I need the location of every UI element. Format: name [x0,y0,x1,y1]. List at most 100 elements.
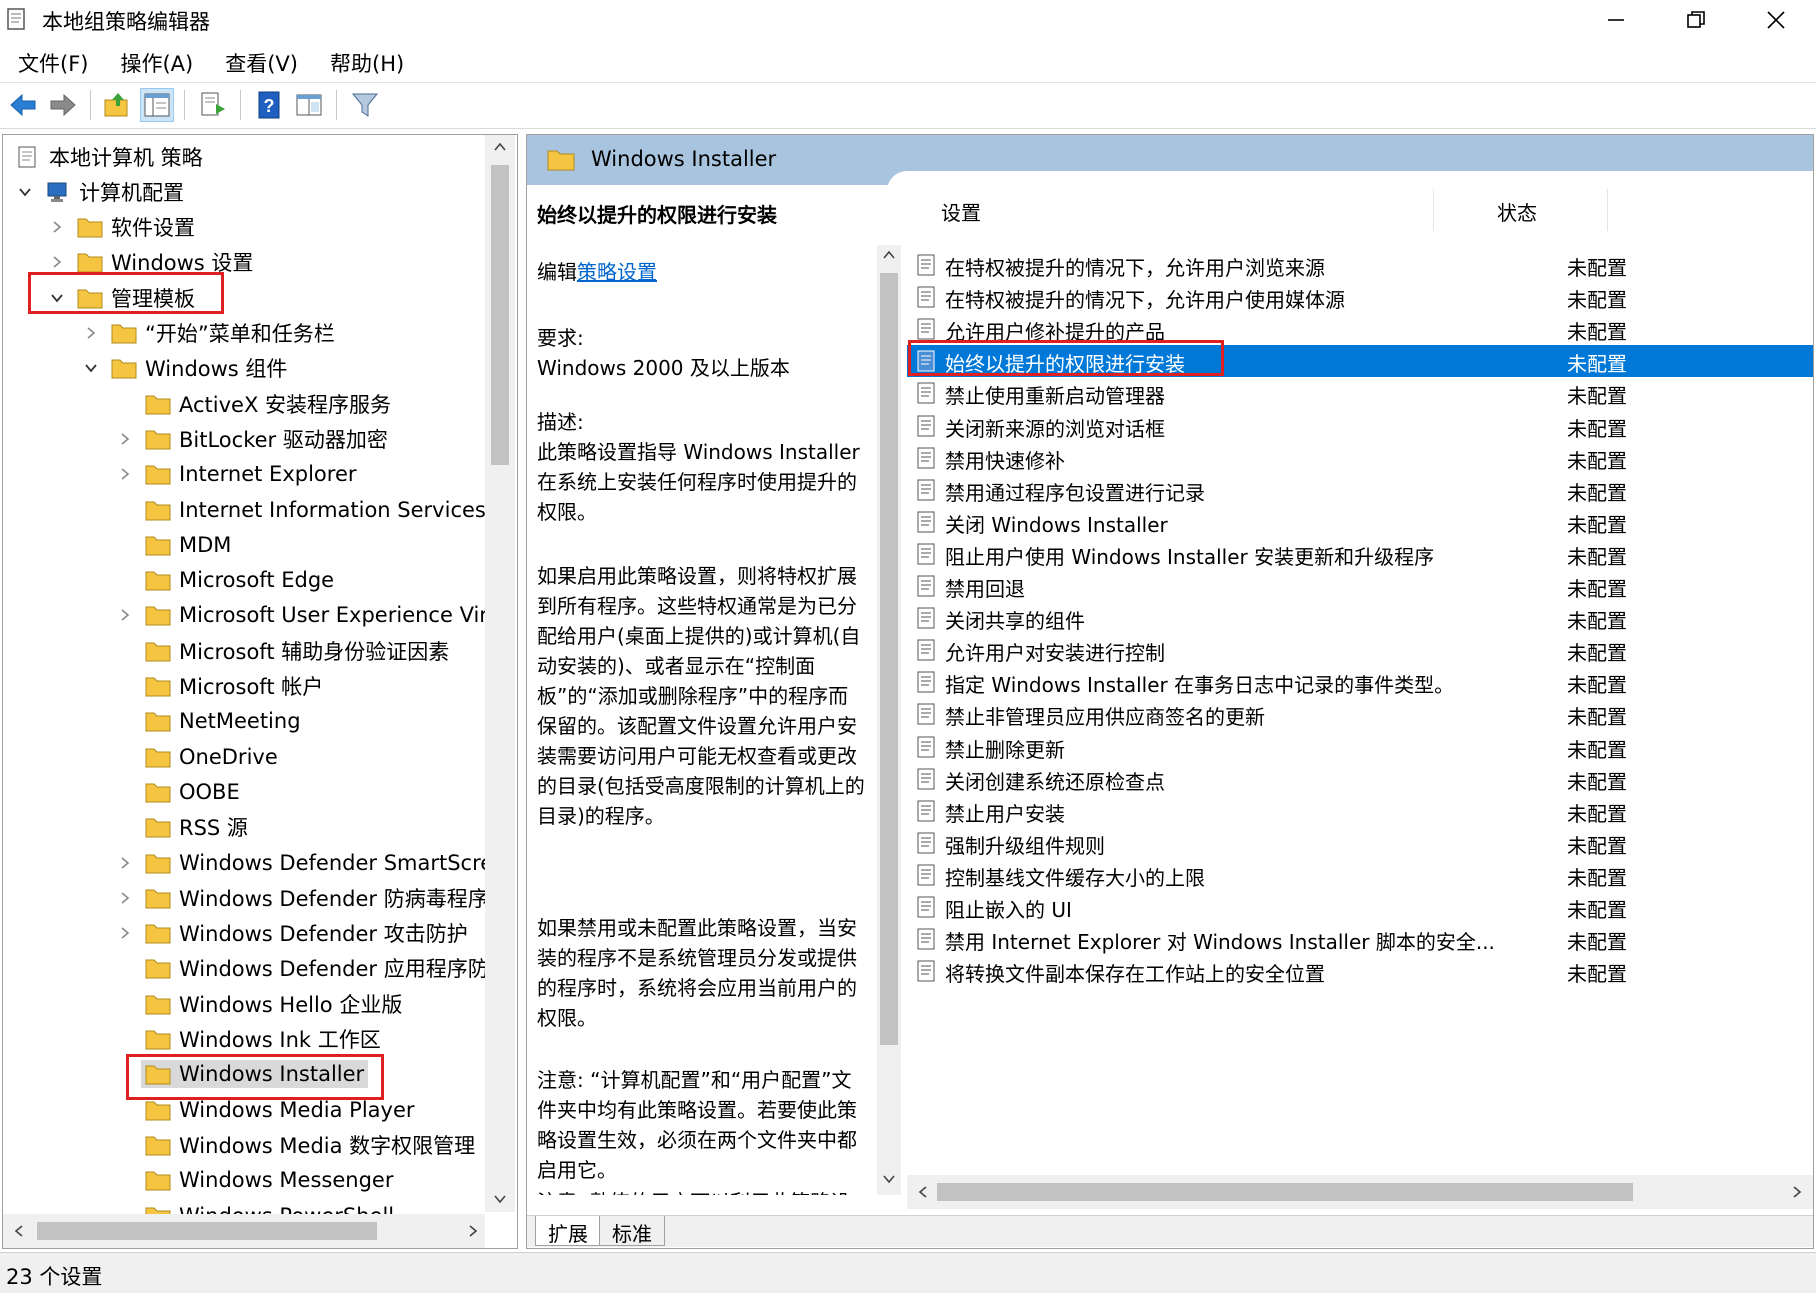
chevron-down-icon[interactable] [81,358,101,378]
tree-item[interactable]: Microsoft Edge [115,563,338,598]
chevron-right-icon[interactable] [115,853,135,873]
chevron-right-icon[interactable] [47,252,67,272]
tree-item[interactable]: 本地计算机 策略 [11,139,207,174]
up-one-level-button[interactable] [100,88,134,122]
scroll-down-arrow[interactable] [490,1189,510,1209]
menu-file[interactable]: 文件(F) [0,42,102,82]
setting-row[interactable]: 关闭 Windows Installer 未配置 [907,506,1813,538]
menu-action[interactable]: 操作(A) [102,42,207,82]
policy-setting-icon [917,768,935,790]
setting-row[interactable]: 在特权被提升的情况下，允许用户使用媒体源 未配置 [907,281,1813,313]
tree-item[interactable]: Windows Hello 企业版 [115,986,406,1021]
tree-item[interactable]: Windows Defender SmartScre [115,845,497,880]
tree-hscroll-thumb[interactable] [37,1222,377,1240]
tree-item-content: RSS 源 [141,810,252,844]
setting-row[interactable]: 阻止用户使用 Windows Installer 安装更新和升级程序 未配置 [907,538,1813,570]
list-horizontal-scrollbar[interactable] [907,1175,1813,1209]
setting-row[interactable]: 关闭新来源的浏览对话框 未配置 [907,410,1813,442]
setting-row[interactable]: 禁止使用重新启动管理器 未配置 [907,377,1813,409]
extended-view-button[interactable] [292,88,326,122]
chevron-right-icon[interactable] [115,429,135,449]
chevron-right-icon[interactable] [115,888,135,908]
chevron-down-icon[interactable] [15,182,35,202]
tree-item[interactable]: Windows Defender 防病毒程序 [115,880,493,915]
column-state[interactable]: 状态 [1497,197,1537,226]
filter-button[interactable] [348,88,382,122]
tree-item[interactable]: Internet Information Services [115,492,490,527]
tab-standard[interactable]: 标准 [599,1216,665,1246]
list-scroll-left-arrow[interactable] [913,1182,933,1202]
list-scroll-right-arrow[interactable] [1787,1182,1807,1202]
chevron-right-icon[interactable] [47,217,67,237]
menu-help[interactable]: 帮助(H) [312,42,418,82]
tree-horizontal-scrollbar[interactable] [3,1214,485,1248]
tree-item[interactable]: Microsoft 帐户 [115,669,327,704]
column-divider[interactable] [1607,189,1608,231]
tree-item[interactable]: OOBE [115,774,244,809]
list-hscroll-thumb[interactable] [937,1183,1633,1201]
setting-row[interactable]: 关闭创建系统还原检查点 未配置 [907,763,1813,795]
tree-item[interactable]: Microsoft User Experience Vir [115,598,492,633]
setting-row[interactable]: 指定 Windows Installer 在事务日志中记录的事件类型。 未配置 [907,666,1813,698]
setting-row[interactable]: 禁用通过程序包设置进行记录 未配置 [907,474,1813,506]
back-button[interactable] [6,88,40,122]
tree-item[interactable]: “开始”菜单和任务栏 [81,316,339,351]
menu-bar: 文件(F) 操作(A) 查看(V) 帮助(H) [0,42,1816,82]
chevron-right-icon[interactable] [115,605,135,625]
setting-row[interactable]: 阻止嵌入的 UI 未配置 [907,891,1813,923]
setting-row[interactable]: 禁止删除更新 未配置 [907,731,1813,763]
setting-row[interactable]: 将转换文件副本保存在工作站上的安全位置 未配置 [907,955,1813,987]
desc-scroll-up-arrow[interactable] [879,245,899,265]
setting-row[interactable]: 禁用快速修补 未配置 [907,442,1813,474]
tree-item[interactable]: RSS 源 [115,810,252,845]
column-setting[interactable]: 设置 [941,197,981,226]
edit-policy-link[interactable]: 策略设置 [577,260,657,284]
restore-button[interactable] [1656,0,1736,40]
setting-row[interactable]: 允许用户对安装进行控制 未配置 [907,634,1813,666]
desc-scroll-thumb[interactable] [880,273,898,1045]
chevron-right-icon[interactable] [115,464,135,484]
scroll-left-arrow[interactable] [9,1221,29,1241]
tree-item[interactable]: OneDrive [115,739,282,774]
setting-row[interactable]: 禁用 Internet Explorer 对 Windows Installer… [907,923,1813,955]
show-hide-tree-button[interactable] [140,88,174,122]
description-scrollbar[interactable] [877,245,901,1195]
tree-item[interactable]: ActiveX 安装程序服务 [115,386,395,421]
tree-item[interactable]: MDM [115,527,235,562]
setting-row[interactable]: 强制升级组件规则 未配置 [907,827,1813,859]
close-button[interactable] [1736,0,1816,40]
tree-item[interactable]: Windows Media 数字权限管理 [115,1127,479,1162]
setting-row[interactable]: 关闭共享的组件 未配置 [907,602,1813,634]
tree-item[interactable]: NetMeeting [115,704,305,739]
setting-row[interactable]: 禁用回退 未配置 [907,570,1813,602]
column-divider[interactable] [1433,189,1434,231]
tab-extended[interactable]: 扩展 [535,1216,601,1246]
minimize-button[interactable] [1576,0,1656,40]
tree-item[interactable]: Windows Defender 攻击防护 [115,916,472,951]
menu-view[interactable]: 查看(V) [207,42,312,82]
desc-scroll-down-arrow[interactable] [879,1169,899,1189]
tree-scroll-thumb[interactable] [491,165,509,465]
export-list-button[interactable] [196,88,230,122]
setting-row[interactable]: 禁止非管理员应用供应商签名的更新 未配置 [907,698,1813,730]
tree-item[interactable]: Windows Defender 应用程序防 [115,951,493,986]
forward-button[interactable] [46,88,80,122]
chevron-right-icon[interactable] [115,923,135,943]
tree-item-label: Windows Media 数字权限管理 [179,1133,476,1158]
setting-row[interactable]: 禁止用户安装 未配置 [907,795,1813,827]
scroll-up-arrow[interactable] [490,137,510,157]
chevron-right-icon[interactable] [81,323,101,343]
help-button[interactable]: ? [252,88,286,122]
tree-item[interactable]: Internet Explorer [115,457,361,492]
scroll-right-arrow[interactable] [463,1221,483,1241]
tree-item[interactable]: Windows Messenger [115,1163,397,1198]
setting-row[interactable]: 在特权被提升的情况下，允许用户浏览来源 未配置 [907,249,1813,281]
tree-vertical-scrollbar[interactable] [485,135,515,1212]
tree-item[interactable]: 软件设置 [47,210,199,245]
tree-item[interactable]: Windows 组件 [81,351,291,386]
setting-row[interactable]: 控制基线文件缓存大小的上限 未配置 [907,859,1813,891]
tree-item[interactable]: 计算机配置 [15,174,188,209]
tree-item[interactable]: Windows Ink 工作区 [115,1022,385,1057]
tree-item[interactable]: BitLocker 驱动器加密 [115,421,392,456]
tree-item[interactable]: Microsoft 辅助身份验证因素 [115,633,453,668]
